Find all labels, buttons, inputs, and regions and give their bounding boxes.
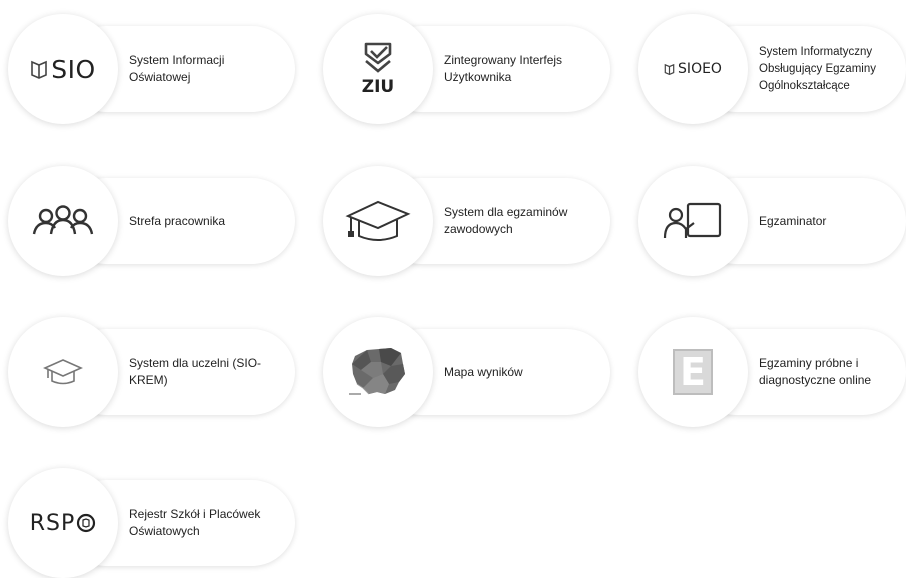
tile-label: System dla egzaminów zawodowych	[444, 205, 568, 236]
sio-logo-text: SIO	[51, 54, 96, 84]
tile-egzaminy-probne[interactable]: E Egzaminy próbne i diagnostyczne online	[638, 317, 906, 427]
tile-label: Egzaminy próbne i diagnostyczne online	[759, 356, 872, 387]
tile-logo-circle: ZIU	[323, 14, 433, 124]
graduation-cap-icon	[345, 200, 411, 241]
tile-logo-circle: RSP	[8, 468, 118, 578]
tile-label: Rejestr Szkół i Placówek Oświatowych	[129, 507, 261, 538]
book-icon	[31, 60, 48, 79]
people-icon	[32, 205, 94, 235]
user-board-icon	[663, 202, 722, 239]
tile-label: Strefa pracownika	[129, 213, 226, 228]
letter-e-icon: E	[673, 349, 713, 395]
graduation-cap-icon	[43, 359, 83, 385]
rspo-logo-icon	[77, 513, 96, 533]
tile-label: Egzaminator	[759, 213, 827, 228]
tile-label: Zintegrowany Interfejs Użytkownika	[444, 53, 563, 84]
tile-logo-circle	[638, 166, 748, 276]
tile-sio-krem[interactable]: System dla uczelni (SIO-KREM)	[8, 317, 303, 427]
tile-sioeo[interactable]: SIOEO System Informatyczny Obsługujący E…	[638, 14, 906, 124]
tile-egzaminy-zawodowe[interactable]: System dla egzaminów zawodowych	[323, 166, 618, 276]
tile-logo-circle	[323, 317, 433, 427]
tile-logo-circle	[323, 166, 433, 276]
tile-rspo[interactable]: RSP Rejestr Szkół i Placówek Oświatowych	[8, 468, 303, 578]
shield-check-icon	[364, 42, 392, 73]
ziu-logo-text: ZIU	[361, 77, 395, 97]
tile-mapa-wynikow[interactable]: Mapa wyników	[323, 317, 618, 427]
letter-e-text: E	[680, 350, 706, 394]
tile-egzaminator[interactable]: Egzaminator	[638, 166, 906, 276]
tile-logo-circle	[8, 317, 118, 427]
tile-logo-circle: SIO	[8, 14, 118, 124]
sioeo-logo-text: SIOEO	[678, 61, 722, 77]
tile-logo-circle: SIOEO	[638, 14, 748, 124]
tile-logo-circle: E	[638, 317, 748, 427]
tile-logo-circle	[8, 166, 118, 276]
poland-map-icon	[349, 348, 405, 395]
tile-strefa-pracownika[interactable]: Strefa pracownika	[8, 166, 303, 276]
rspo-logo-text: RSP	[29, 510, 76, 536]
tile-label: System dla uczelni (SIO-KREM)	[129, 356, 262, 387]
tile-label: Mapa wyników	[444, 364, 523, 379]
tile-sio[interactable]: SIO System Informacji Oświatowej	[8, 14, 303, 124]
tile-label: System Informatyczny Obsługujący Egzamin…	[759, 45, 876, 92]
book-icon	[664, 63, 675, 75]
tile-label: System Informacji Oświatowej	[129, 53, 225, 84]
tile-ziu[interactable]: ZIU Zintegrowany Interfejs Użytkownika	[323, 14, 618, 124]
